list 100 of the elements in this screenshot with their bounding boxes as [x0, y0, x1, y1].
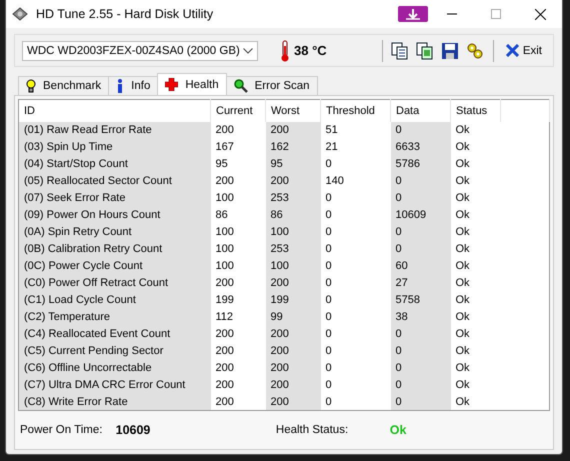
- table-cell: 95: [210, 156, 266, 172]
- table-cell: 5786: [390, 156, 450, 172]
- thermometer-icon: [280, 40, 290, 62]
- table-cell: 200: [210, 360, 266, 376]
- table-cell: 112: [210, 308, 266, 326]
- tab[interactable]: Error Scan: [226, 76, 318, 95]
- table-cell: 51: [320, 122, 390, 138]
- table-cell: Ok: [450, 122, 500, 138]
- table-cell: 60: [390, 258, 450, 274]
- table-cell: Ok: [450, 156, 500, 172]
- table-cell: 0: [320, 360, 390, 376]
- table-cell: 10609: [390, 206, 450, 224]
- table-cell: 0: [390, 190, 450, 206]
- tab[interactable]: Info: [108, 76, 158, 95]
- caret-icon: [243, 48, 253, 54]
- table-cell: Ok: [450, 326, 500, 342]
- table-cell: (C0) Power Off Retract Count: [18, 274, 210, 292]
- table-cell: 100: [210, 224, 266, 240]
- table-cell: 200: [266, 360, 320, 376]
- table-cell: Ok: [450, 342, 500, 360]
- tab[interactable]: Benchmark: [18, 76, 110, 95]
- table-cell: Ok: [450, 394, 500, 410]
- table-cell: 0: [320, 240, 390, 258]
- table-cell: 0: [390, 122, 450, 138]
- table-cell: 253: [266, 190, 320, 206]
- table-cell: 0: [320, 308, 390, 326]
- table-cell: 100: [210, 190, 266, 206]
- table-cell: 100: [266, 258, 320, 274]
- table-cell: 200: [266, 274, 320, 292]
- table-cell: 0: [390, 360, 450, 376]
- power-on-time-value: 10609: [116, 423, 152, 437]
- table-cell: (05) Reallocated Sector Count: [18, 172, 210, 190]
- copy-icon[interactable]: [416, 42, 434, 60]
- table-cell: (C8) Write Error Rate: [18, 394, 210, 410]
- exit-button[interactable]: Exit: [502, 42, 546, 59]
- close-icon: [506, 44, 519, 57]
- column-header[interactable]: Status: [450, 100, 500, 122]
- table-cell: 0: [390, 394, 450, 410]
- save-icon[interactable]: [440, 42, 459, 60]
- column-header[interactable]: Current: [210, 100, 266, 122]
- window-title: HD Tune 2.55 - Hard Disk Utility: [36, 7, 214, 21]
- table-cell: Ok: [450, 274, 500, 292]
- options-icon[interactable]: [466, 42, 484, 60]
- table-cell: 0: [390, 172, 450, 190]
- tab[interactable]: Health: [157, 73, 227, 95]
- table-cell: 0: [390, 240, 450, 258]
- table-cell: 99: [266, 308, 320, 326]
- table-cell: Ok: [450, 308, 500, 326]
- table-cell: 21: [320, 138, 390, 156]
- health-status-value: Ok: [390, 423, 408, 437]
- table-cell: 200: [266, 122, 320, 138]
- table-cell: 253: [266, 240, 320, 258]
- table-cell: 162: [266, 138, 320, 156]
- table-cell: 6633: [390, 138, 450, 156]
- copy-icon[interactable]: [390, 42, 409, 60]
- table-cell: (0C) Power Cycle Count: [18, 258, 210, 274]
- table-cell: (07) Seek Error Rate: [18, 190, 210, 206]
- table-cell: 0: [320, 394, 390, 410]
- table-cell: Ok: [450, 240, 500, 258]
- magnifier-icon: [234, 79, 248, 93]
- table-cell: (C2) Temperature: [18, 308, 210, 326]
- table-cell: 0: [320, 224, 390, 240]
- table-cell: (01) Raw Read Error Rate: [18, 122, 210, 138]
- table-cell: 100: [266, 224, 320, 240]
- column-header[interactable]: Threshold: [320, 100, 390, 122]
- table-cell: 0: [390, 376, 450, 394]
- table-cell: 200: [210, 394, 266, 410]
- table-cell: (04) Start/Stop Count: [18, 156, 210, 172]
- table-cell: 0: [320, 292, 390, 308]
- table-cell: Ok: [450, 206, 500, 224]
- table-cell: 200: [210, 326, 266, 342]
- table-cell: (C1) Load Cycle Count: [18, 292, 210, 308]
- health-status-label: Health Status:: [276, 424, 350, 436]
- table-cell: 5758: [390, 292, 450, 308]
- table-cell: 200: [210, 376, 266, 394]
- table-cell: 0: [320, 274, 390, 292]
- drive-dropdown[interactable]: WDC WD2003FZEX-00Z4SA0 (2000 GB): [22, 40, 258, 60]
- table-cell: 0: [320, 326, 390, 342]
- table-cell: Ok: [450, 190, 500, 206]
- table-cell: 199: [266, 292, 320, 308]
- table-cell: 0: [320, 190, 390, 206]
- table-cell: (0B) Calibration Retry Count: [18, 240, 210, 258]
- table-cell: 0: [320, 342, 390, 360]
- close-icon[interactable]: [534, 8, 546, 20]
- table-cell: 200: [210, 342, 266, 360]
- table-cell: 0: [320, 156, 390, 172]
- table-cell: Ok: [450, 172, 500, 190]
- table-cell: Ok: [450, 292, 500, 308]
- table-cell: (C6) Offline Uncorrectable: [18, 360, 210, 376]
- table-cell: 0: [390, 224, 450, 240]
- table-cell: 200: [266, 172, 320, 190]
- info-icon: [116, 79, 124, 93]
- table-cell: 167: [210, 138, 266, 156]
- table-cell: 100: [210, 258, 266, 274]
- table-cell: 200: [210, 274, 266, 292]
- table-cell: Ok: [450, 360, 500, 376]
- table-cell: 86: [210, 206, 266, 224]
- table-cell: (03) Spin Up Time: [18, 138, 210, 156]
- table-cell: 0: [320, 376, 390, 394]
- download-icon[interactable]: [398, 6, 428, 22]
